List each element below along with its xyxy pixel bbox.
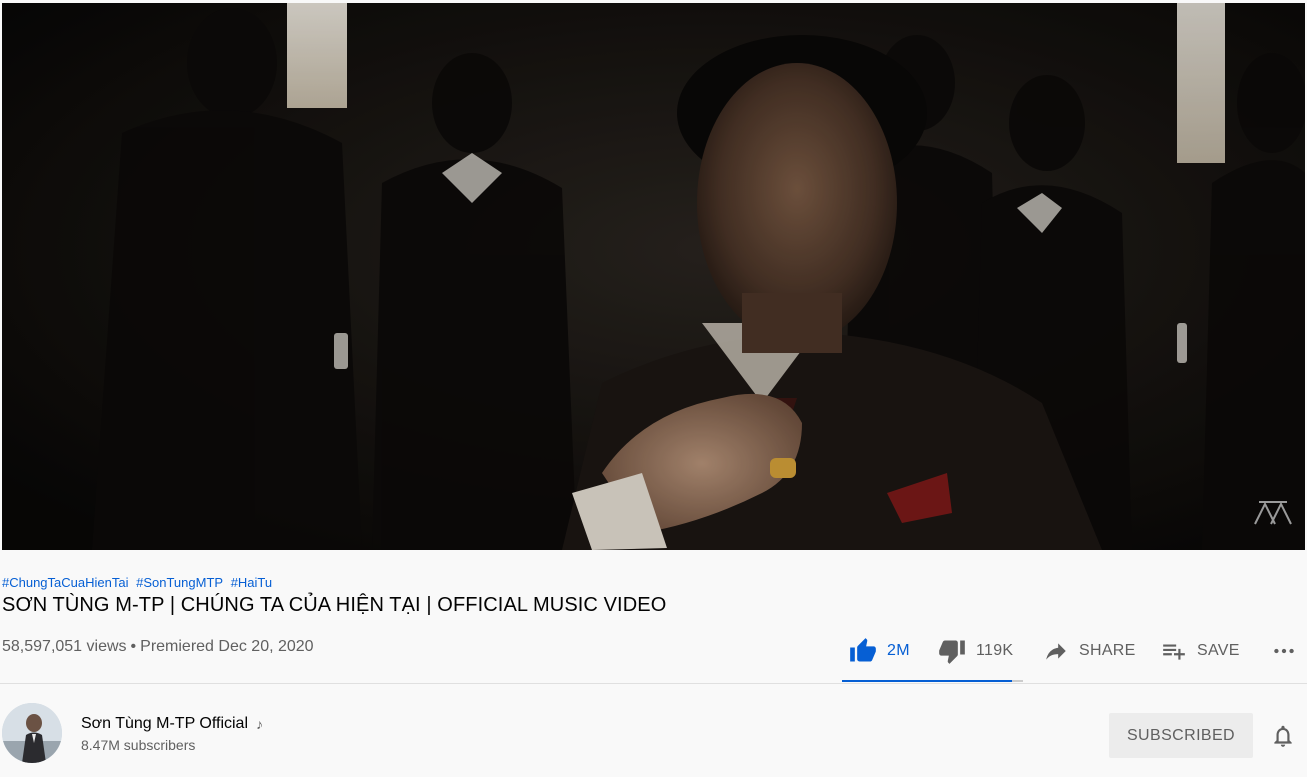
- video-actions: 2M 119K SHARE SAVE: [842, 630, 1302, 682]
- watch-page: #ChungTaCuaHienTai #SonTungMTP #HaiTu SƠ…: [0, 0, 1307, 777]
- avatar-image: [2, 703, 62, 763]
- channel-name[interactable]: Sơn Tùng M-TP Official ♪: [81, 715, 263, 733]
- dislike-count: 119K: [976, 642, 1014, 659]
- like-button[interactable]: 2M: [848, 630, 910, 672]
- more-horizontal-icon: [1274, 648, 1294, 654]
- view-count: 58,597,051 views: [2, 638, 127, 655]
- video-info-line: 58,597,051 views • Premiered Dec 20, 2020: [2, 638, 314, 656]
- playlist-add-icon: [1163, 644, 1185, 660]
- save-label: SAVE: [1197, 642, 1240, 659]
- like-count: 2M: [887, 642, 910, 659]
- channel-name-text[interactable]: Sơn Tùng M-TP Official: [81, 715, 248, 733]
- hashtag-link[interactable]: #ChungTaCuaHienTai: [2, 575, 128, 590]
- music-note-icon: ♪: [256, 716, 263, 732]
- premiere-date: Premiered Dec 20, 2020: [140, 638, 314, 655]
- more-actions-button[interactable]: [1270, 630, 1298, 672]
- save-button[interactable]: SAVE: [1160, 630, 1240, 672]
- channel-watermark-logo: [1254, 501, 1292, 525]
- like-dislike-sentiment-bar: [842, 680, 1023, 682]
- share-label: SHARE: [1079, 642, 1136, 659]
- subscribe-button[interactable]: SUBSCRIBED: [1109, 713, 1253, 758]
- channel-avatar[interactable]: [2, 703, 62, 763]
- subscriber-count: 8.47M subscribers: [81, 737, 196, 753]
- thumb-up-icon: [850, 638, 876, 662]
- notification-bell-icon[interactable]: [1270, 723, 1296, 749]
- video-player[interactable]: [2, 3, 1305, 550]
- hashtag-link[interactable]: #HaiTu: [231, 575, 272, 590]
- video-frame: [2, 3, 1305, 550]
- info-separator: •: [130, 638, 137, 655]
- section-divider: [0, 683, 1307, 684]
- share-button[interactable]: SHARE: [1042, 630, 1136, 672]
- share-arrow-icon: [1046, 643, 1066, 660]
- dislike-button[interactable]: 119K: [937, 630, 1013, 672]
- like-ratio-fill: [842, 680, 1013, 682]
- super-title-hashtags: #ChungTaCuaHienTai #SonTungMTP #HaiTu: [2, 575, 276, 590]
- hashtag-link[interactable]: #SonTungMTP: [136, 575, 223, 590]
- thumb-down-icon: [939, 640, 965, 664]
- video-title: SƠN TÙNG M-TP | CHÚNG TA CỦA HIỆN TẠI | …: [2, 594, 667, 616]
